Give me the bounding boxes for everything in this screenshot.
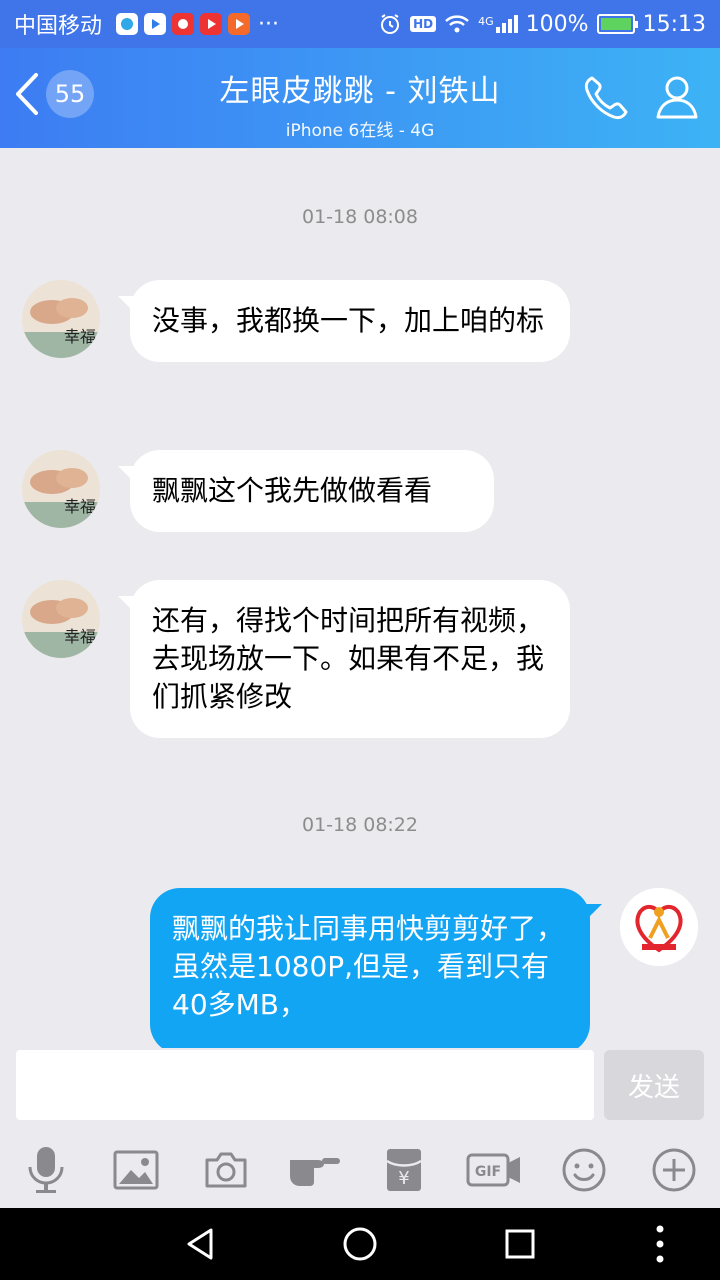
composer: 发送	[0, 1048, 720, 1132]
profile-button[interactable]	[652, 72, 702, 126]
poke-button[interactable]	[288, 1144, 344, 1196]
app-notification-icon	[228, 13, 251, 35]
notification-icons	[116, 13, 251, 35]
message-input[interactable]	[16, 1050, 594, 1120]
chat-toolbar: ¥ GIF	[0, 1132, 720, 1208]
chat-title-area[interactable]: 左眼皮跳跳 - 刘铁山 iPhone 6在线 - 4G	[160, 66, 560, 141]
contact-avatar[interactable]: 幸福	[22, 580, 100, 658]
microphone-icon	[28, 1147, 64, 1193]
triangle-back-icon	[187, 1228, 213, 1260]
network-type: 4G	[478, 15, 494, 28]
phone-icon	[584, 76, 628, 120]
nav-back-button[interactable]	[180, 1224, 220, 1264]
red-packet-icon: ¥	[386, 1149, 422, 1191]
online-status: iPhone 6在线 - 4G	[285, 121, 435, 141]
battery-icon	[596, 14, 638, 34]
smiley-icon	[562, 1148, 606, 1192]
svg-text:幸福: 幸福	[64, 627, 96, 646]
message-timestamp: 01-18 08:22	[301, 814, 418, 836]
hd-badge: HD	[410, 16, 437, 32]
red-packet-button[interactable]: ¥	[376, 1144, 432, 1196]
nav-menu-button[interactable]	[640, 1224, 680, 1264]
cell-signal-icon: 4G	[478, 15, 518, 33]
alarm-icon	[381, 14, 400, 34]
carrier-label: 中国移动	[14, 14, 103, 39]
camera-icon	[205, 1152, 247, 1188]
app-notification-icon	[116, 13, 139, 35]
nav-recents-button[interactable]	[500, 1224, 540, 1264]
unread-count-badge: 55	[46, 70, 94, 118]
more-options-button[interactable]	[646, 1144, 702, 1196]
person-icon	[656, 76, 698, 119]
outgoing-message[interactable]: 飘飘的我让同事用快剪剪好了，虽然是1080P,但是，看到只有40多MB，	[150, 888, 602, 1048]
gif-text: GIF	[475, 1164, 501, 1180]
call-button[interactable]	[580, 72, 632, 128]
battery-percent: 100%	[525, 11, 589, 37]
camera-button[interactable]	[198, 1144, 254, 1196]
vertical-dots-icon	[656, 1225, 664, 1263]
my-avatar[interactable]	[620, 888, 698, 966]
voice-button[interactable]	[18, 1144, 74, 1196]
clock: 15:13	[642, 11, 706, 37]
app-notification-icon	[172, 13, 195, 35]
message-list[interactable]: 01-18 08:08 幸福 没事，我都换一下，加上咱的标 幸福 飘飘这个我先做…	[0, 148, 720, 1048]
more-notifications-indicator: ···	[258, 11, 279, 37]
photo-button[interactable]	[108, 1144, 164, 1196]
svg-text:幸福: 幸福	[64, 497, 96, 516]
chat-title: 左眼皮跳跳 - 刘铁山	[219, 74, 501, 109]
image-icon	[113, 1150, 159, 1190]
app-notification-icon	[144, 13, 167, 35]
emoji-button[interactable]	[556, 1144, 612, 1196]
send-button[interactable]: 发送	[604, 1050, 704, 1120]
system-nav-bar	[0, 1208, 720, 1280]
wifi-icon	[445, 15, 470, 33]
app-notification-icon	[200, 13, 223, 35]
back-button[interactable]: 55	[12, 70, 94, 118]
gif-icon: GIF	[466, 1153, 520, 1187]
plus-icon	[652, 1148, 696, 1192]
chevron-left-icon	[12, 71, 42, 117]
nav-home-button[interactable]	[340, 1224, 380, 1264]
circle-home-icon	[343, 1227, 377, 1261]
gif-button[interactable]: GIF	[466, 1144, 522, 1196]
square-recents-icon	[505, 1229, 535, 1259]
contact-avatar[interactable]: 幸福	[22, 450, 100, 528]
incoming-message[interactable]: 还有，得找个时间把所有视频，去现场放一下。如果有不足，我们抓紧修改	[118, 580, 570, 738]
status-bar: 中国移动 ··· HD 4G 100% 15:13	[0, 0, 720, 48]
incoming-message[interactable]: 飘飘这个我先做做看看	[118, 450, 494, 532]
contact-avatar[interactable]: 幸福	[22, 280, 100, 358]
yuan-symbol: ¥	[398, 1168, 409, 1189]
pointing-hand-icon	[290, 1158, 340, 1186]
chat-header: 55 左眼皮跳跳 - 刘铁山 iPhone 6在线 - 4G	[0, 48, 720, 148]
message-timestamp: 01-18 08:08	[301, 206, 418, 228]
svg-text:幸福: 幸福	[64, 327, 96, 346]
incoming-message[interactable]: 没事，我都换一下，加上咱的标	[118, 280, 570, 362]
